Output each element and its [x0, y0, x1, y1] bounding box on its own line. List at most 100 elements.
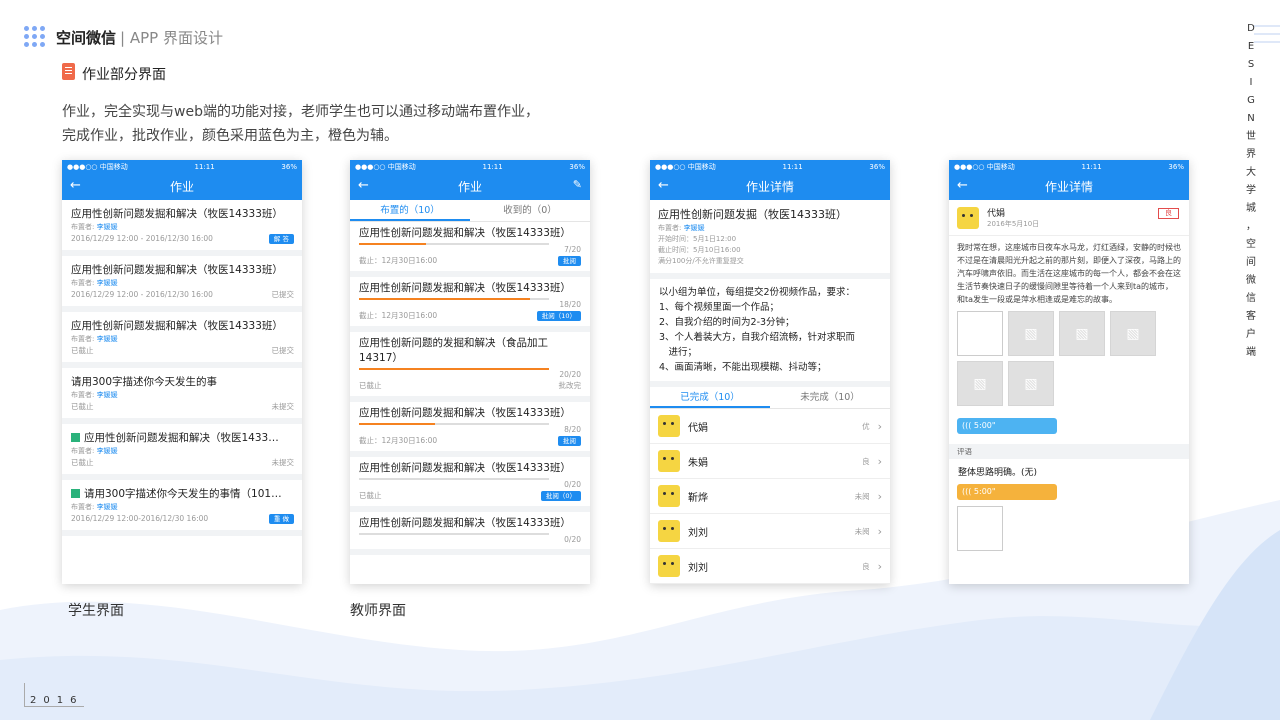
homework-item[interactable]: 应用性创新问题发掘和解决（牧医14333班） 布置者: 李媛媛 已截止 已提交	[62, 312, 302, 368]
student-grade: 优	[862, 421, 870, 431]
side-letter: 客	[1246, 311, 1256, 322]
student-list: 代娟 优 › 朱娟良 › 靳烨 未阅 › 刘刘 未阅 › 刘刘良 ›	[650, 409, 890, 584]
submit-count: 18/20	[559, 300, 581, 309]
image-placeholder-icon[interactable]: ▧	[957, 361, 1003, 406]
tab-received[interactable]: 收到的（0）	[470, 200, 590, 221]
back-arrow-icon[interactable]: ←	[358, 178, 369, 193]
requirement-line: 以小组为单位，每组提交2份视频作品，要求：	[659, 287, 856, 298]
homework-item[interactable]: 应用性创新问题发掘和解决（牧医14333班） 布置者: 李媛媛 2016/12/29…	[62, 256, 302, 312]
grade-badge: 良	[1158, 208, 1179, 219]
image-placeholder-icon[interactable]: ▧	[1059, 311, 1105, 356]
voice-message-button[interactable]: ((( 5:00"	[957, 418, 1057, 434]
action-badge[interactable]: 解 答	[268, 234, 294, 244]
voice-comment-button[interactable]: ((( 5:00"	[957, 484, 1057, 500]
requirement-line: 3、个人着装大方，自我介绍流畅，针对求职而	[659, 332, 856, 343]
task-requirements: 以小组为单位，每组提交2份视频作品，要求： 1、每个视频里面一个作品； 2、自我介绍…	[650, 279, 890, 387]
back-arrow-icon[interactable]: ←	[658, 178, 669, 193]
side-letter: 信	[1246, 293, 1256, 304]
homework-title-text: 请用300字描述你今天发生的事情（101…	[84, 488, 282, 500]
homework-time: 2016/12/29 12:00 - 2016/12/30 16:00	[71, 290, 213, 299]
progress-bar	[359, 243, 549, 245]
back-arrow-icon[interactable]: ←	[70, 178, 81, 193]
submit-count: 8/20	[564, 425, 581, 434]
avatar	[658, 485, 680, 507]
sketch-image[interactable]: ✎	[957, 506, 1003, 551]
progress-bar	[359, 368, 549, 370]
task-header: 应用性创新问题发掘（牧医14333班） 布置者: 李媛媛 开始时间：5月1日12…	[650, 200, 890, 279]
setter-label: 布置者:	[71, 223, 95, 231]
assigned-item[interactable]: 应用性创新问题发掘和解决（牧医14333班） 0/20	[350, 512, 590, 555]
review-button[interactable]: 批阅（0）	[540, 491, 581, 501]
time-row: 已截止 未提交	[71, 401, 294, 413]
homework-title-text: 应用性创新问题发掘和解决（牧医14333班）	[71, 320, 283, 332]
student-row[interactable]: 朱娟 良 ›	[650, 444, 890, 479]
side-letter: 空	[1246, 239, 1256, 250]
side-letter: ，	[1246, 221, 1256, 232]
assigned-item[interactable]: 应用性创新问题发掘和解决（牧医14333班） 7/20 截止：12月30日16:00…	[350, 222, 590, 277]
student-name: 靳烨	[688, 492, 708, 504]
homework-item[interactable]: 请用300字描述你今天发生的事 布置者: 李媛媛 已截止 未提交	[62, 368, 302, 424]
homework-item[interactable]: 请用300字描述你今天发生的事情（101… 布置者: 李媛媛 2016/12/29 …	[62, 480, 302, 536]
edit-icon[interactable]: ✎	[573, 178, 582, 191]
phone-student-homework-list: ●●●○○ 中国移动 11:11 36% ← 作业 应用性创新问题发掘和解决（牧医1…	[62, 160, 302, 584]
side-letter: N	[1247, 113, 1255, 124]
sketch-image[interactable]: ✎	[957, 311, 1003, 356]
tab-assigned[interactable]: 布置的（10）	[350, 200, 470, 221]
image-placeholder-icon[interactable]: ▧	[1110, 311, 1156, 356]
tab-bar: 已完成（10） 未完成（10）	[650, 387, 890, 409]
avatar	[957, 206, 979, 229]
review-button[interactable]: 批阅	[558, 436, 581, 446]
avatar	[658, 450, 680, 472]
brand-header: 空间微信 | APP 界面设计	[56, 29, 223, 47]
tab-done[interactable]: 已完成（10）	[650, 387, 770, 408]
nav-bar: ← 作业详情	[650, 173, 890, 200]
side-letter: 城	[1246, 203, 1256, 214]
student-row[interactable]: 刘刘 良 ›	[650, 549, 890, 584]
chevron-right-icon: ›	[877, 489, 882, 503]
student-row[interactable]: 代娟 优 ›	[650, 409, 890, 444]
assigned-item[interactable]: 应用性创新问题的发掘和解决（食品加工14317） 20/20 已截止 批改完	[350, 332, 590, 402]
assigned-title: 应用性创新问题发掘和解决（牧医14333班）	[359, 462, 571, 474]
avatar	[658, 555, 680, 577]
divider	[24, 706, 84, 707]
vertical-side-text: D E S I G N 世界大学城 ， 空间微信客户端	[1244, 20, 1258, 362]
back-arrow-icon[interactable]: ←	[957, 178, 968, 193]
deadline: 已截止	[359, 381, 382, 390]
section-description: 作业，完全实现与web端的功能对接，老师学生也可以通过移动端布置作业， 完成作业…	[62, 104, 539, 144]
submit-count: 0/20	[564, 535, 581, 544]
setter-name: 李媛媛	[96, 391, 118, 399]
progress-fill	[359, 298, 530, 300]
homework-time: 已截止	[71, 402, 94, 411]
image-placeholder-icon[interactable]: ▧	[1008, 361, 1054, 406]
deadline-row: 截止：12月30日16:00 批阅	[359, 255, 581, 267]
tab-undone[interactable]: 未完成（10）	[770, 387, 890, 408]
deadline: 截止：12月30日16:00	[359, 256, 438, 265]
deadline-row: 截止：12月30日16:00 批阅（10）	[359, 310, 581, 322]
setter-name: 李媛媛	[96, 335, 118, 343]
side-letter: G	[1247, 95, 1255, 106]
action-badge[interactable]: 重 做	[268, 514, 294, 524]
student-name: 代娟	[688, 422, 708, 434]
assigned-item[interactable]: 应用性创新问题发掘和解决（牧医14333班） 18/20 截止：12月30日16:0…	[350, 277, 590, 332]
setter-row: 布置者: 李媛媛	[71, 222, 294, 233]
homework-item[interactable]: 应用性创新问题发掘和解决（牧医1433… 布置者: 李媛媛 已截止 未提交	[62, 424, 302, 480]
review-button[interactable]: 批阅	[558, 256, 581, 266]
comment-text: 整体思路明确。(无)	[958, 468, 1038, 478]
status-bar: ●●●○○ 中国移动 11:11 36%	[350, 160, 590, 173]
requirement-line: 进行；	[659, 347, 698, 358]
homework-item[interactable]: 应用性创新问题发掘和解决（牧医14333班） 布置者: 李媛媛 2016/12/29…	[62, 200, 302, 256]
assigned-item[interactable]: 应用性创新问题发掘和解决（牧医14333班） 0/20 已截止 批阅（0）	[350, 457, 590, 512]
review-button[interactable]: 批阅（10）	[536, 311, 581, 321]
chevron-right-icon: ›	[877, 419, 882, 433]
progress-bar	[359, 423, 549, 425]
student-row[interactable]: 靳烨 未阅 ›	[650, 479, 890, 514]
assigned-item[interactable]: 应用性创新问题发掘和解决（牧医14333班） 8/20 截止：12月30日16:00…	[350, 402, 590, 457]
image-placeholder-icon[interactable]: ▧	[1008, 311, 1054, 356]
submission-text: 我时常在想，这座城市日夜车水马龙，灯红酒绿，安静的时候也不过是在清晨阳光升起之前…	[957, 243, 1181, 304]
homework-time: 2016/12/29 12:00-2016/12/30 16:00	[71, 514, 209, 523]
side-letter: 界	[1246, 149, 1256, 160]
time-row: 已截止 未提交	[71, 457, 294, 469]
tab-bar: 布置的（10） 收到的（0）	[350, 200, 590, 222]
student-row[interactable]: 刘刘 未阅 ›	[650, 514, 890, 549]
nav-bar: ← 作业详情	[949, 173, 1189, 200]
